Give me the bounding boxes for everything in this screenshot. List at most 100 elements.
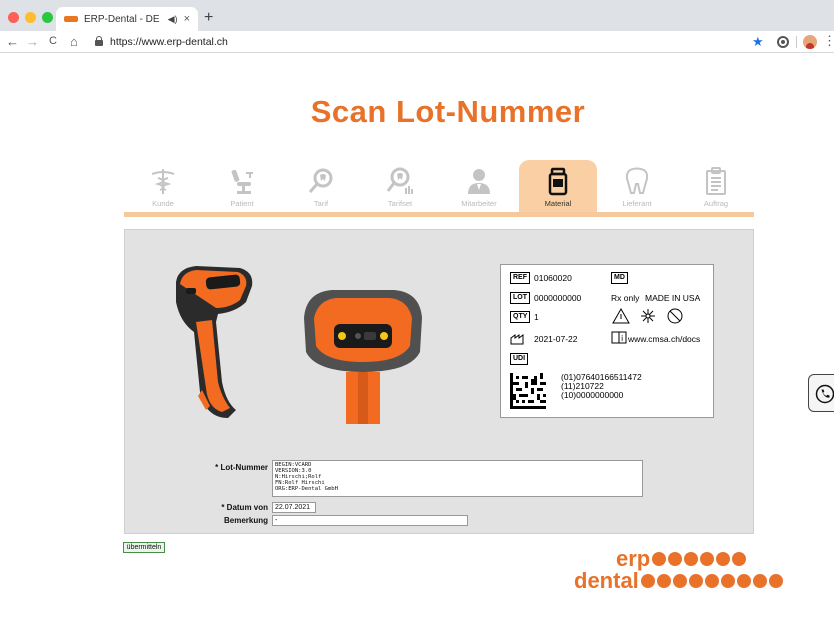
logo-text-erp: erp [616, 546, 651, 571]
step-lieferant[interactable]: Lieferant [598, 160, 676, 212]
step-kunde[interactable]: Kunde [124, 160, 202, 212]
docs-url: www.cmsa.ch/docs [628, 334, 701, 344]
remark-label: Bemerkung [223, 516, 268, 525]
address-bar-row: ← → C ⌂ https://www.erp-dental.ch ★ ⋮ [0, 31, 834, 53]
product-label: REF 01060020 MD LOT 0000000000 Rx only M… [500, 264, 714, 418]
logo-dot [736, 574, 751, 588]
logo-dot [732, 552, 747, 566]
logo-dot [688, 574, 703, 588]
step-material[interactable]: Material [519, 160, 597, 214]
minimize-window-button[interactable] [25, 12, 36, 23]
extension-icon[interactable] [777, 36, 789, 48]
logo-dot [672, 574, 687, 588]
logo-dot [716, 552, 731, 566]
manufacture-date-icon [510, 334, 524, 345]
instructions-book-icon: i [611, 331, 627, 344]
employee-icon [468, 169, 490, 194]
rx-only-text: Rx only [611, 293, 640, 303]
reload-button[interactable]: C [49, 35, 57, 47]
forward-button[interactable]: → [26, 34, 39, 49]
close-window-button[interactable] [8, 12, 19, 23]
tab-close-icon[interactable]: × [184, 13, 190, 25]
logo-dot [700, 552, 715, 566]
window-controls [8, 12, 53, 23]
logo-dot [656, 574, 671, 588]
md-tag: MD [611, 272, 628, 284]
ref-tag: REF [510, 272, 530, 284]
lot-value: 0000000000 [534, 293, 582, 303]
scanner-side-image [176, 266, 253, 418]
logo-text-dental: dental [574, 568, 639, 593]
home-button[interactable]: ⌂ [70, 34, 78, 49]
step-label: Patient [230, 199, 254, 208]
caduceus-icon [151, 169, 175, 194]
favicon-icon [64, 16, 78, 22]
speaker-icon[interactable]: ◀) [168, 14, 178, 25]
tab-title: ERP-Dental - DE [84, 13, 160, 25]
clipboard-icon [706, 167, 726, 195]
datamatrix-code-icon [510, 373, 546, 409]
step-progress-bar [124, 212, 754, 217]
step-tarif[interactable]: Tarif [282, 160, 360, 212]
scanner-front-image [304, 290, 422, 424]
lot-number-label: * Lot-Nummer [215, 463, 268, 472]
jar-icon [548, 167, 568, 196]
step-label: Tarifset [387, 199, 413, 208]
step-label: Material [544, 199, 572, 208]
step-auftrag[interactable]: Auftrag [677, 160, 755, 212]
profile-avatar[interactable] [803, 35, 817, 49]
remark-input[interactable] [272, 515, 468, 526]
page-title: Scan Lot-Nummer [310, 94, 586, 129]
udi-tag: UDI [510, 353, 529, 365]
new-tab-button[interactable]: + [204, 9, 213, 27]
zoom-window-button[interactable] [42, 12, 53, 23]
logo-line-2: dental [574, 570, 783, 592]
logo-dot [720, 574, 735, 588]
browser-tabbar: ERP-Dental - DE ◀) × + [0, 0, 834, 31]
logo-dot [752, 574, 767, 588]
submit-button[interactable]: übermitteln [123, 542, 165, 553]
step-label: Kunde [152, 199, 174, 208]
lock-icon [95, 36, 103, 46]
step-mitarbeiter[interactable]: Mitarbeiter [440, 160, 518, 212]
step-label: Tarif [313, 199, 329, 208]
logo-dot [668, 552, 683, 566]
step-patient[interactable]: Patient [203, 160, 281, 212]
toolbar-divider [796, 36, 797, 48]
made-in-text: MADE IN USA [645, 293, 701, 303]
date-input[interactable] [272, 502, 316, 513]
warning-symbols-icon [612, 307, 683, 324]
logo-dot [684, 552, 699, 566]
logo-line-1: erp [574, 548, 783, 570]
browser-menu-button[interactable]: ⋮ [823, 33, 834, 49]
phone-contact-button[interactable] [808, 374, 834, 412]
browser-tab[interactable]: ERP-Dental - DE ◀) × [56, 7, 198, 31]
ref-value: 01060020 [534, 273, 572, 283]
url-field[interactable]: https://www.erp-dental.ch [110, 36, 228, 48]
logo-dot [704, 574, 719, 588]
phone-icon [815, 384, 834, 404]
magnifier-tooth-icon [308, 168, 333, 193]
back-button[interactable]: ← [6, 34, 19, 49]
step-label: Lieferant [622, 199, 652, 208]
tooth-icon [625, 167, 649, 194]
date-label: * Datum von [221, 503, 268, 512]
step-label: Mitarbeiter [461, 199, 497, 208]
logo-dot [768, 574, 783, 588]
lot-tag: LOT [510, 292, 530, 304]
step-label: Auftrag [703, 199, 729, 208]
qty-value: 1 [534, 312, 539, 322]
magnifier-set-icon [386, 167, 413, 194]
udi-line-3: (10)0000000000 [561, 390, 624, 400]
logo-dots-2 [640, 574, 783, 588]
logo-dot [652, 552, 667, 566]
date-value: 2021-07-22 [534, 334, 578, 344]
dental-chair-icon [231, 169, 253, 194]
logo-dots-1 [652, 552, 747, 566]
svg-text:i: i [621, 334, 623, 343]
lot-number-textarea[interactable] [272, 460, 643, 497]
logo-dot [640, 574, 655, 588]
bookmark-star-icon[interactable]: ★ [752, 34, 764, 50]
step-tarifset[interactable]: Tarifset [361, 160, 439, 212]
erp-dental-logo: erp dental [574, 548, 783, 592]
